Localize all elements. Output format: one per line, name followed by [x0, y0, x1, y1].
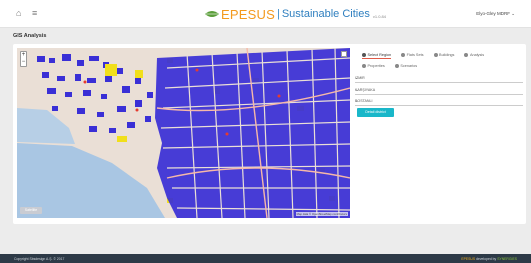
- neighborhood-select[interactable]: BOSTANLI ⌄: [355, 96, 523, 106]
- tab-flats-sets[interactable]: Flats Sets: [401, 51, 424, 59]
- brand-separator: |: [276, 8, 280, 20]
- tab-row-2: Properties Scenarios: [362, 62, 427, 70]
- zoom-out-button[interactable]: −: [21, 59, 26, 66]
- region-icon: [362, 52, 366, 57]
- tab-label: Scenarios: [400, 64, 418, 68]
- tab-scenarios[interactable]: Scenarios: [394, 62, 418, 70]
- brand-version: v1.0.84: [372, 13, 386, 19]
- footer: Copyright Sbsdesign A.Ş. © 2017 EPESUS d…: [0, 254, 531, 263]
- tab-label: Select Region: [367, 52, 392, 57]
- tab-analysis[interactable]: Analysis: [464, 51, 484, 59]
- chevron-down-icon: ⌄: [511, 11, 515, 16]
- brand-name: EPESUS: [221, 6, 275, 22]
- gis-map[interactable]: + − Satellite Map data © OpenStreetMap c…: [17, 48, 350, 218]
- footer-copyright: Copyright Sbsdesign A.Ş. © 2017: [14, 257, 65, 261]
- city-select[interactable]: IZMIR ⌄: [355, 73, 523, 83]
- buildings-icon: [433, 53, 438, 57]
- detail-district-button[interactable]: Detail district: [357, 108, 394, 117]
- tab-label: Properties: [367, 64, 385, 68]
- user-name: Elyo-Gley MDRF: [476, 11, 510, 16]
- tab-label: Flats Sets: [406, 53, 424, 57]
- tab-row-1: Select Region Flats Sets Buildings Analy…: [362, 51, 494, 59]
- page-title: GIS Analysis: [13, 33, 47, 39]
- hamburger-menu-icon[interactable]: ≡: [32, 8, 37, 18]
- layers-icon[interactable]: [341, 51, 347, 57]
- map-canvas[interactable]: [17, 48, 350, 218]
- zoom-in-button[interactable]: +: [21, 52, 26, 59]
- tab-label: Buildings: [439, 53, 455, 57]
- district-select[interactable]: KARŞIYAKA ⌄: [355, 85, 523, 95]
- chevron-down-icon: ⌄: [355, 75, 359, 80]
- flats-icon: [401, 53, 406, 57]
- footer-developer-link[interactable]: SYNERGIES: [497, 257, 517, 261]
- top-navbar: ⌂ ≡ EPESUS | Sustainable Cities v1.0.84 …: [0, 0, 531, 28]
- zoom-control: + −: [20, 51, 27, 67]
- brand-logo[interactable]: EPESUS | Sustainable Cities v1.0.84: [205, 6, 386, 22]
- analysis-panel: Select Region Flats Sets Buildings Analy…: [353, 48, 523, 138]
- tab-label: Analysis: [469, 53, 485, 57]
- footer-credits: EPESUS developed by SYNERGIES: [461, 257, 517, 261]
- footer-brand: EPESUS: [461, 257, 476, 261]
- brand-tagline: Sustainable Cities: [281, 8, 370, 20]
- chevron-down-icon: ⌄: [355, 87, 359, 92]
- map-attribution: Map data © OpenStreetMap contributors: [295, 212, 348, 216]
- footer-developed-text: developed by: [476, 257, 497, 261]
- tab-select-region[interactable]: Select Region: [362, 51, 392, 59]
- chevron-down-icon: ⌄: [355, 98, 359, 103]
- user-menu[interactable]: Elyo-Gley MDRF ⌄: [476, 11, 515, 17]
- home-icon[interactable]: ⌂: [16, 8, 21, 18]
- tab-properties[interactable]: Properties: [362, 62, 385, 70]
- scenarios-icon: [394, 64, 399, 68]
- leaf-logo-icon: [205, 11, 219, 17]
- tab-buildings[interactable]: Buildings: [433, 51, 455, 59]
- properties-icon: [362, 64, 366, 68]
- analysis-icon: [464, 53, 469, 57]
- basemap-toggle-button[interactable]: Satellite: [20, 207, 42, 214]
